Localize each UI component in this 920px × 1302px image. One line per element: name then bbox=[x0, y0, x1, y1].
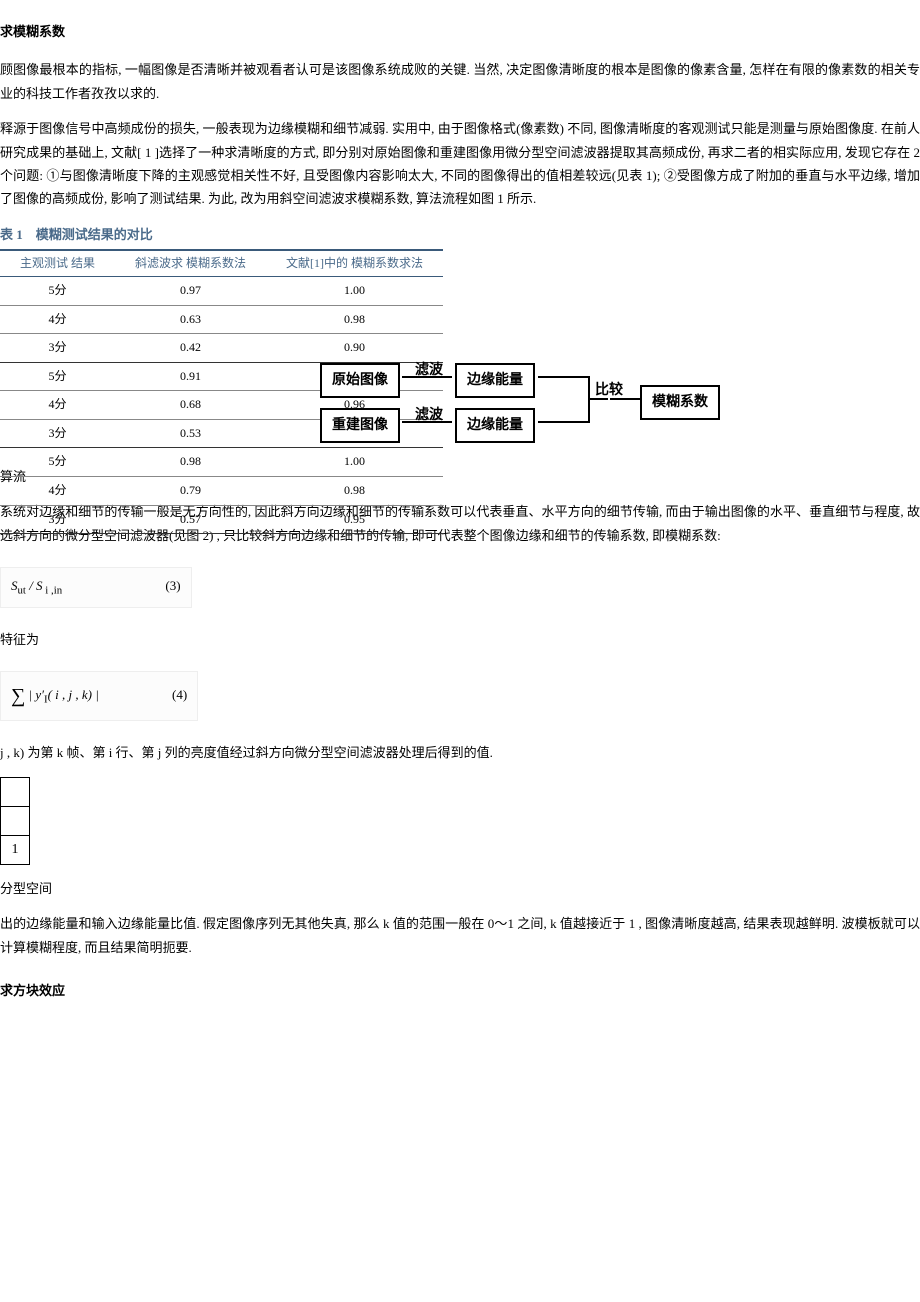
table-caption: 表 1 模糊测试结果的对比 bbox=[0, 223, 920, 246]
table-header: 主观测试 结果 bbox=[0, 250, 115, 276]
table-row: 5分0.971.00 bbox=[0, 276, 443, 305]
diagram-box-edge: 边缘能量 bbox=[455, 408, 535, 443]
table-cell: 5分 bbox=[0, 448, 115, 477]
table-cell: 0.98 bbox=[266, 305, 443, 334]
table-cell: 3分 bbox=[0, 505, 115, 534]
table-cell: 1.00 bbox=[266, 448, 443, 477]
table-row: 4分0.630.98 bbox=[0, 305, 443, 334]
table-cell: 4分 bbox=[0, 477, 115, 506]
table-row: 3分0.570.95 bbox=[0, 505, 443, 534]
paragraph: 出的边缘能量和输入边缘能量比值. 假定图像序列无其他失真, 那么 k 值的范围一… bbox=[0, 912, 920, 959]
table-cell: 4分 bbox=[0, 391, 115, 420]
table-cell: 3分 bbox=[0, 419, 115, 448]
diagram-box-edge: 边缘能量 bbox=[455, 363, 535, 398]
table-header: 文献[1]中的 模糊系数求法 bbox=[266, 250, 443, 276]
paragraph: 顾图像最根本的指标, 一幅图像是否清晰并被观看者认可是该图像系统成败的关键. 当… bbox=[0, 58, 920, 105]
paragraph: 释源于图像信号中高频成份的损失, 一般表现为边缘模糊和细节减弱. 实用中, 由于… bbox=[0, 117, 920, 211]
paragraph: 特征为 bbox=[0, 628, 920, 651]
equation-3: Sut / S i ,in (3) bbox=[0, 567, 192, 608]
section-heading-blur: 求模糊系数 bbox=[0, 20, 920, 43]
diagram-label-filter: 滤波 bbox=[415, 403, 443, 428]
table-cell: 0.98 bbox=[266, 477, 443, 506]
table-row: 3分0.420.90 bbox=[0, 334, 443, 363]
filter-cell bbox=[1, 777, 30, 806]
table-cell: 5分 bbox=[0, 276, 115, 305]
table-cell: 0.79 bbox=[115, 477, 266, 506]
table-header: 斜滤波求 模糊系数法 bbox=[115, 250, 266, 276]
table-row: 4分0.790.98 bbox=[0, 477, 443, 506]
paragraph: j , k) 为第 k 帧、第 i 行、第 j 列的亮度值经过斜方向微分型空间滤… bbox=[0, 741, 920, 764]
table-cell: 0.95 bbox=[266, 505, 443, 534]
diagram-label-filter: 滤波 bbox=[415, 358, 443, 383]
table-cell: 0.98 bbox=[115, 448, 266, 477]
table-cell: 1.00 bbox=[266, 276, 443, 305]
filter-cell bbox=[1, 806, 30, 835]
table-cell: 3分 bbox=[0, 334, 115, 363]
table-cell: 0.97 bbox=[115, 276, 266, 305]
diagram-box-original: 原始图像 bbox=[320, 363, 400, 398]
table-cell: 0.91 bbox=[115, 362, 266, 391]
equation-4: ∑ | y′I( i , j , k) | (4) bbox=[0, 671, 198, 721]
table-cell: 0.57 bbox=[115, 505, 266, 534]
table-cell: 0.53 bbox=[115, 419, 266, 448]
filter-matrix: 1 bbox=[0, 777, 30, 865]
table-cell: 0.42 bbox=[115, 334, 266, 363]
table-row: 5分0.981.00 bbox=[0, 448, 443, 477]
diagram-box-blur-coef: 模糊系数 bbox=[640, 385, 720, 420]
paragraph: 分型空间 bbox=[0, 877, 920, 900]
section-heading-block: 求方块效应 bbox=[0, 979, 920, 1002]
diagram-box-rebuild: 重建图像 bbox=[320, 408, 400, 443]
table-cell: 0.63 bbox=[115, 305, 266, 334]
filter-cell: 1 bbox=[1, 835, 30, 864]
table-cell: 0.68 bbox=[115, 391, 266, 420]
table-cell: 4分 bbox=[0, 305, 115, 334]
table-cell: 5分 bbox=[0, 362, 115, 391]
